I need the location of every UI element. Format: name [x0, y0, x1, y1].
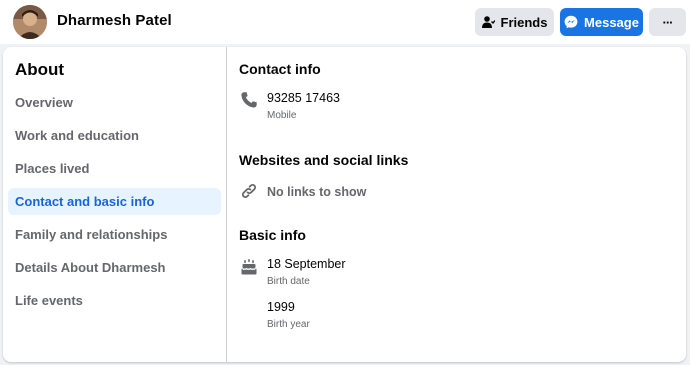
phone-icon: [239, 90, 259, 110]
about-title: About: [15, 60, 65, 79]
birthday-cake-icon: [239, 257, 259, 277]
contact-info-title: Contact info: [239, 61, 321, 77]
birth-year-value: 1999: [267, 300, 295, 314]
birth-date-value: 18 September: [267, 257, 346, 271]
sidebar-item-life-events[interactable]: Life events: [8, 287, 221, 314]
message-button[interactable]: Message: [560, 8, 643, 36]
no-links-text: No links to show: [267, 185, 367, 199]
link-icon: [239, 181, 259, 201]
friends-button[interactable]: Friends: [475, 8, 554, 36]
more-options-label: ···: [662, 14, 674, 30]
profile-name[interactable]: Dharmesh Patel: [57, 12, 172, 29]
sidebar-item-contact-and-basic-info[interactable]: Contact and basic info: [8, 188, 221, 215]
profile-header: Dharmesh Patel Friends Message ···: [0, 0, 690, 44]
message-button-label: Message: [584, 14, 639, 30]
friends-button-label: Friends: [500, 14, 548, 30]
sidebar-item-work-and-education[interactable]: Work and education: [8, 122, 221, 149]
sidebar-item-places-lived[interactable]: Places lived: [8, 155, 221, 182]
phone-type: Mobile: [267, 110, 297, 121]
phone-number: 93285 17463: [267, 91, 340, 105]
about-sidebar: About Overview Work and education Places…: [3, 47, 227, 362]
friends-icon: [481, 16, 495, 28]
sidebar-item-details-about[interactable]: Details About Dharmesh: [8, 254, 221, 281]
birth-year-label: Birth year: [267, 319, 310, 330]
basic-info-title: Basic info: [239, 227, 306, 243]
sidebar-item-overview[interactable]: Overview: [8, 89, 221, 116]
messenger-icon: [564, 15, 578, 29]
birth-date-label: Birth date: [267, 276, 310, 287]
sidebar-item-family-and-relationships[interactable]: Family and relationships: [8, 221, 221, 248]
avatar[interactable]: [13, 5, 47, 39]
more-options-button[interactable]: ···: [649, 8, 686, 36]
websites-title: Websites and social links: [239, 152, 409, 168]
about-content: Contact info 93285 17463 Mobile Websites…: [227, 47, 686, 362]
about-card: About Overview Work and education Places…: [3, 47, 686, 362]
